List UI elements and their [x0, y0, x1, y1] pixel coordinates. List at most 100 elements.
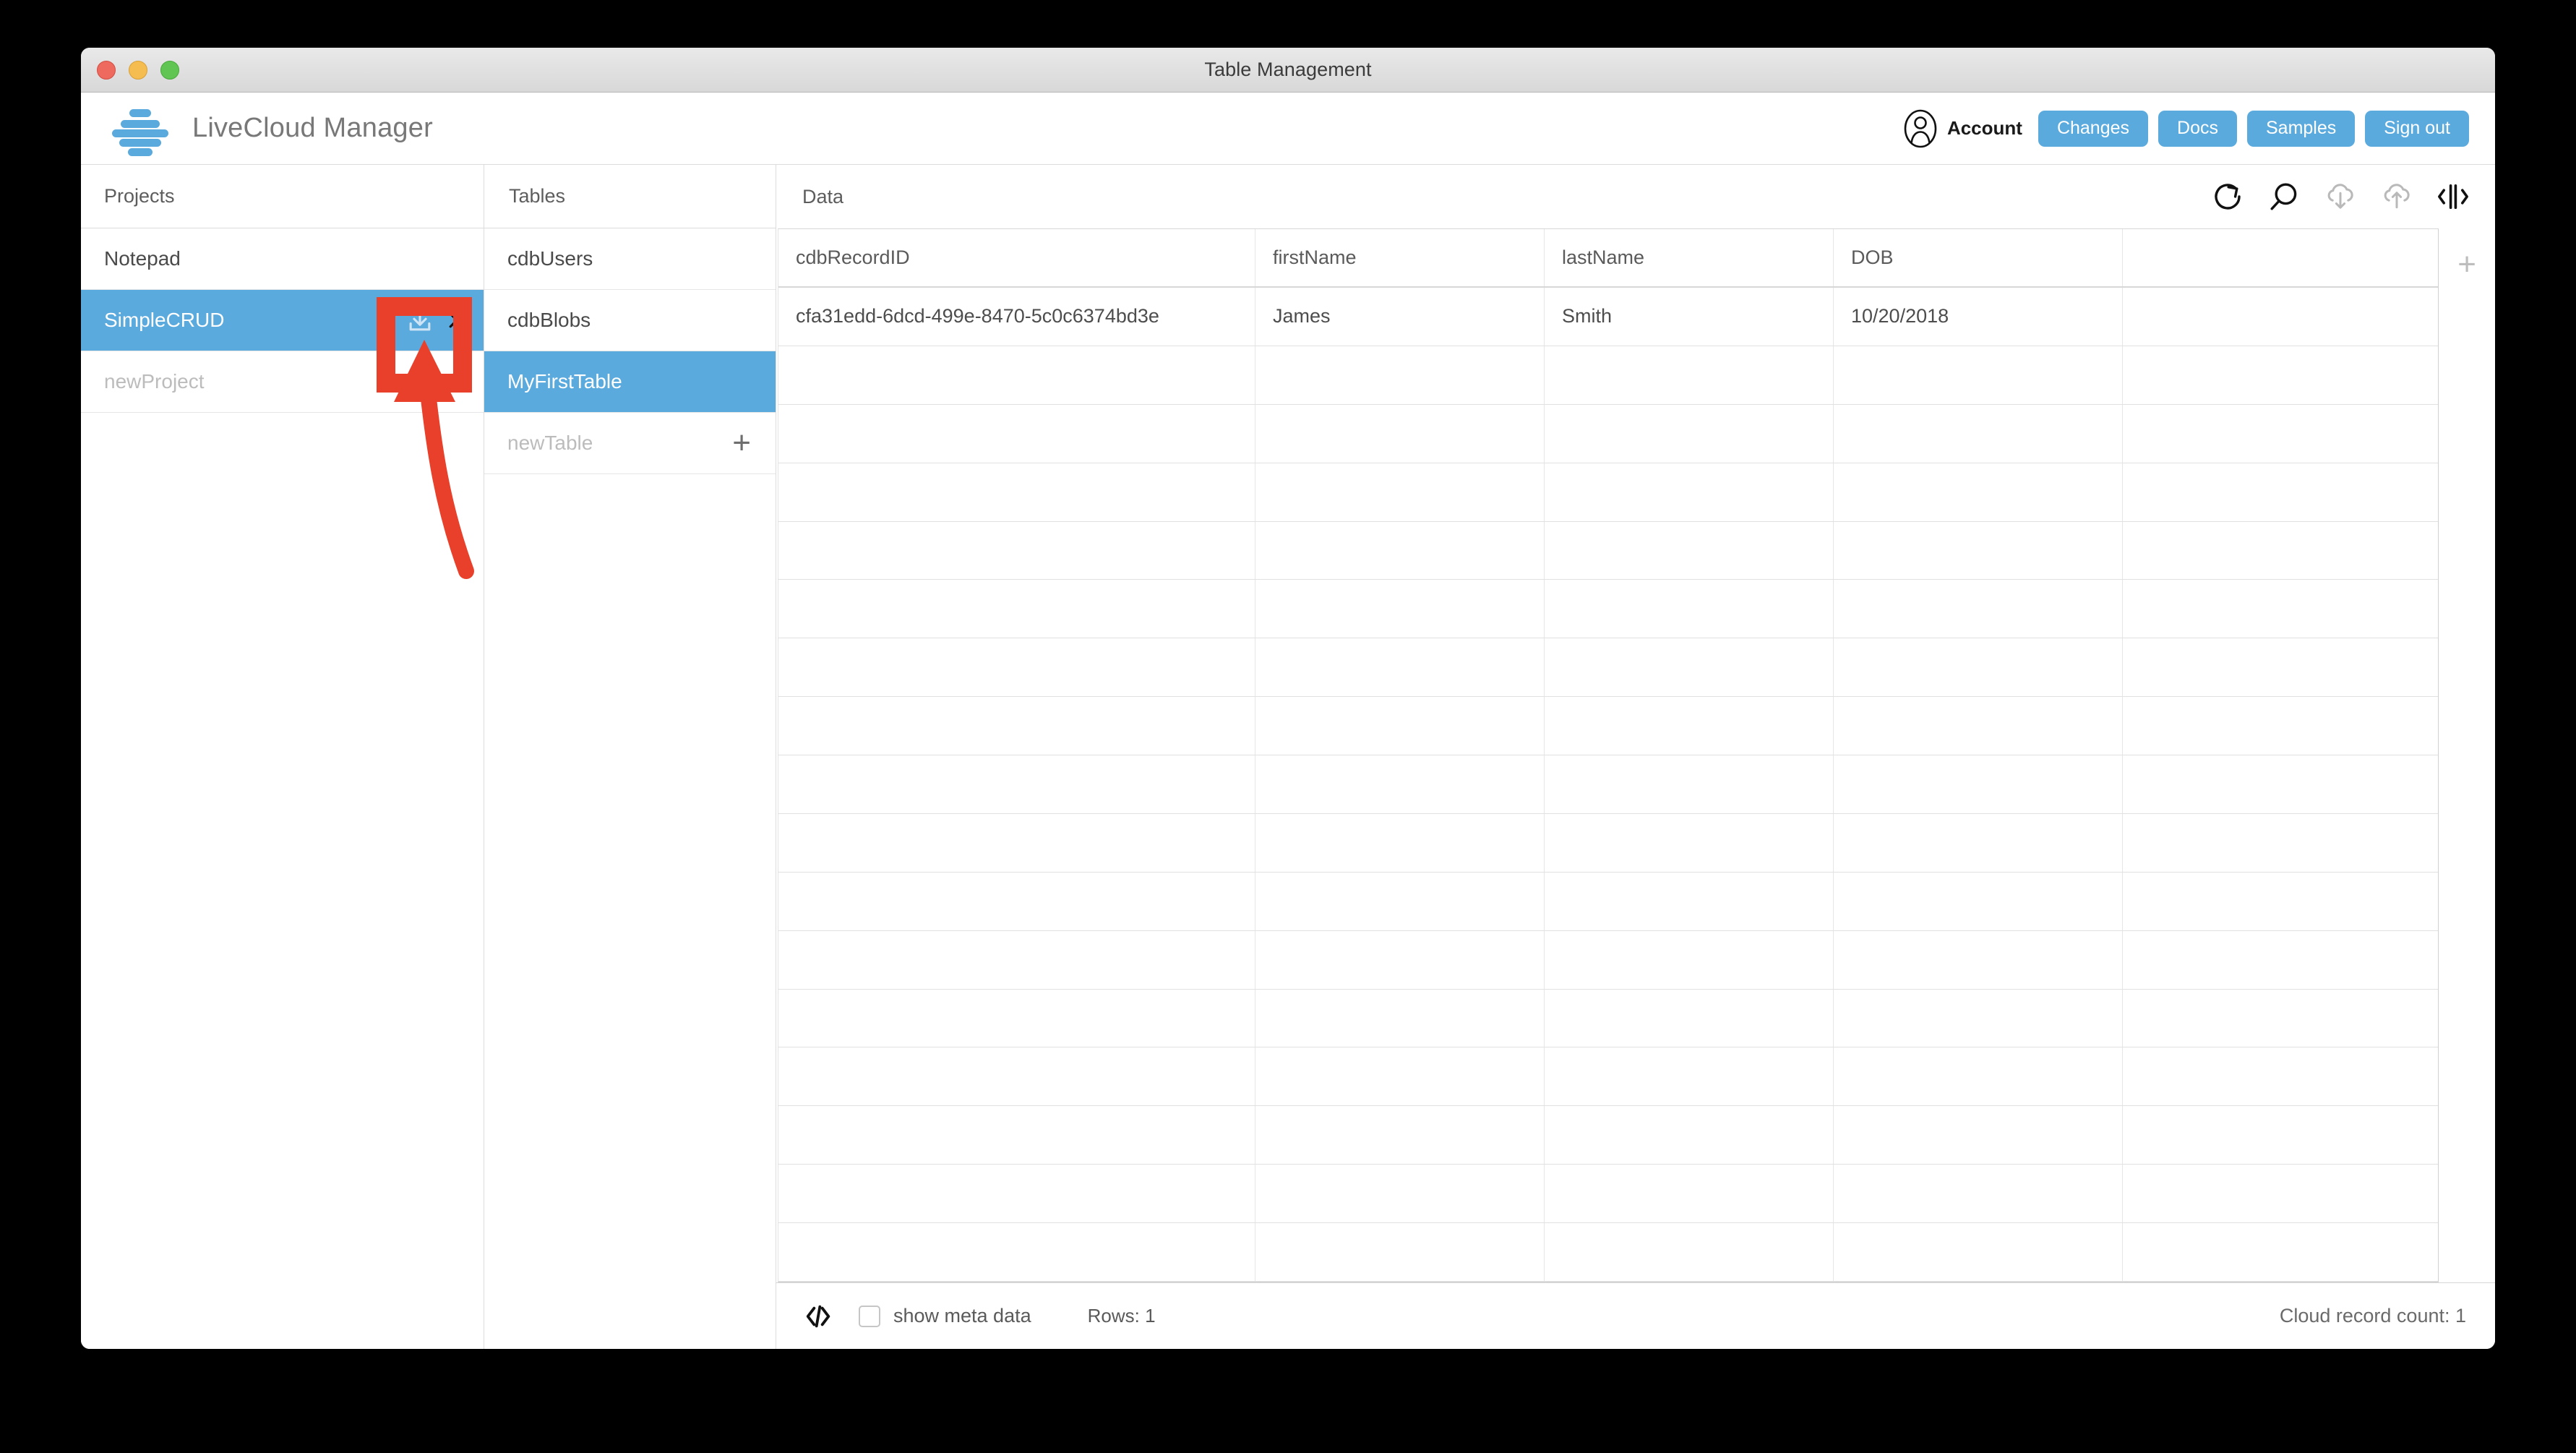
table-cell[interactable] — [1255, 404, 1545, 463]
table-row-empty[interactable] — [778, 930, 2439, 990]
code-brackets-icon[interactable] — [802, 1302, 834, 1331]
table-cell[interactable] — [1255, 463, 1545, 521]
table-cell[interactable] — [778, 346, 1255, 404]
sign-out-button[interactable]: Sign out — [2365, 110, 2469, 147]
table-cell[interactable] — [1834, 1165, 2123, 1223]
table-cell[interactable] — [2123, 990, 2438, 1047]
table-cell[interactable]: Smith — [1545, 288, 1834, 346]
table-cell[interactable] — [2123, 1106, 2438, 1164]
table-cell[interactable] — [2123, 638, 2438, 696]
table-row-empty[interactable] — [778, 638, 2439, 698]
table-row-empty[interactable] — [778, 989, 2439, 1048]
table-item-myfirsttable[interactable]: MyFirstTable — [484, 351, 776, 413]
table-cell[interactable] — [1834, 638, 2123, 697]
table-cell[interactable] — [2123, 346, 2438, 404]
table-cell[interactable] — [1255, 697, 1545, 755]
table-cell[interactable] — [1545, 638, 1834, 697]
table-row-empty[interactable] — [778, 404, 2439, 463]
table-cell[interactable] — [1834, 1106, 2123, 1165]
table-cell[interactable] — [1545, 1223, 1834, 1281]
table-cell[interactable] — [778, 1223, 1255, 1281]
table-row-empty[interactable] — [778, 463, 2439, 522]
table-cell[interactable] — [2123, 1047, 2438, 1105]
table-cell[interactable] — [1834, 755, 2123, 813]
column-header[interactable] — [2123, 229, 2438, 286]
table-cell[interactable] — [1255, 1047, 1545, 1106]
cloud-download-icon[interactable] — [2323, 179, 2358, 214]
refresh-icon[interactable] — [2210, 179, 2245, 214]
table-row-empty[interactable] — [778, 580, 2439, 639]
table-cell[interactable] — [1255, 521, 1545, 580]
close-window-button[interactable] — [97, 60, 116, 80]
new-table-row[interactable]: newTable + — [484, 413, 776, 474]
table-cell[interactable] — [1545, 872, 1834, 930]
table-cell[interactable] — [1255, 872, 1545, 930]
table-cell[interactable] — [2123, 755, 2438, 813]
changes-button[interactable]: Changes — [2038, 110, 2149, 147]
download-icon[interactable] — [404, 304, 436, 336]
table-cell[interactable] — [2123, 580, 2438, 638]
table-cell[interactable] — [778, 463, 1255, 521]
add-table-button[interactable]: + — [732, 427, 751, 459]
add-project-button[interactable]: + — [445, 366, 463, 398]
table-cell[interactable] — [1545, 346, 1834, 404]
table-cell[interactable]: 10/20/2018 — [1834, 288, 2123, 346]
table-cell[interactable] — [1545, 930, 1834, 989]
table-row-empty[interactable] — [778, 872, 2439, 931]
table-cell[interactable] — [2123, 697, 2438, 755]
table-cell[interactable] — [778, 697, 1255, 755]
project-item-simplecrud[interactable]: SimpleCRUD — [81, 290, 484, 351]
table-cell[interactable] — [778, 1165, 1255, 1223]
table-row[interactable]: cfa31edd-6dcd-499e-8470-5c0c6374bd3e Jame… — [778, 288, 2439, 346]
table-cell[interactable] — [2123, 405, 2438, 463]
table-cell[interactable] — [1255, 930, 1545, 989]
column-header[interactable]: firstName — [1255, 229, 1545, 287]
table-cell[interactable] — [1255, 346, 1545, 404]
table-cell[interactable] — [2123, 814, 2438, 872]
table-cell[interactable]: cfa31edd-6dcd-499e-8470-5c0c6374bd3e — [778, 288, 1255, 346]
table-cell[interactable] — [778, 580, 1255, 638]
table-cell[interactable] — [1545, 813, 1834, 872]
table-cell[interactable] — [1545, 463, 1834, 521]
table-cell[interactable] — [1834, 521, 2123, 580]
table-cell[interactable] — [1834, 580, 2123, 638]
table-cell[interactable]: James — [1255, 288, 1545, 346]
column-header[interactable]: lastName — [1545, 229, 1834, 287]
cloud-upload-icon[interactable] — [2379, 179, 2414, 214]
table-cell[interactable] — [2123, 873, 2438, 930]
table-row-empty[interactable] — [778, 1106, 2439, 1165]
docs-button[interactable]: Docs — [2158, 110, 2237, 147]
table-row-empty[interactable] — [778, 755, 2439, 814]
minimize-window-button[interactable] — [129, 60, 147, 80]
table-cell[interactable] — [1545, 580, 1834, 638]
table-row-empty[interactable] — [778, 813, 2439, 873]
close-x-icon[interactable] — [446, 309, 468, 331]
table-cell[interactable] — [2123, 1165, 2438, 1222]
table-cell[interactable] — [2123, 522, 2438, 580]
table-cell[interactable] — [1255, 1165, 1545, 1223]
table-row-empty[interactable] — [778, 346, 2439, 405]
table-cell[interactable] — [1255, 1223, 1545, 1281]
split-view-icon[interactable] — [2436, 179, 2470, 214]
table-cell[interactable] — [1545, 1106, 1834, 1165]
table-cell[interactable] — [1834, 463, 2123, 521]
table-row-empty[interactable] — [778, 697, 2439, 756]
samples-button[interactable]: Samples — [2246, 110, 2356, 147]
table-cell[interactable] — [1834, 813, 2123, 872]
table-cell[interactable] — [1545, 404, 1834, 463]
project-item-notepad[interactable]: Notepad — [81, 228, 484, 290]
table-cell[interactable] — [778, 930, 1255, 989]
table-cell[interactable] — [778, 872, 1255, 930]
table-row-empty[interactable] — [778, 1047, 2439, 1107]
add-column-button[interactable]: + — [2457, 249, 2476, 280]
table-cell[interactable] — [2123, 463, 2438, 521]
table-cell[interactable] — [1545, 521, 1834, 580]
table-cell[interactable] — [2123, 288, 2438, 346]
table-cell[interactable] — [778, 638, 1255, 697]
table-cell[interactable] — [1545, 697, 1834, 755]
table-cell[interactable] — [1545, 989, 1834, 1047]
table-cell[interactable] — [1834, 404, 2123, 463]
table-cell[interactable] — [1255, 813, 1545, 872]
table-cell[interactable] — [778, 813, 1255, 872]
table-row-empty[interactable] — [778, 521, 2439, 580]
